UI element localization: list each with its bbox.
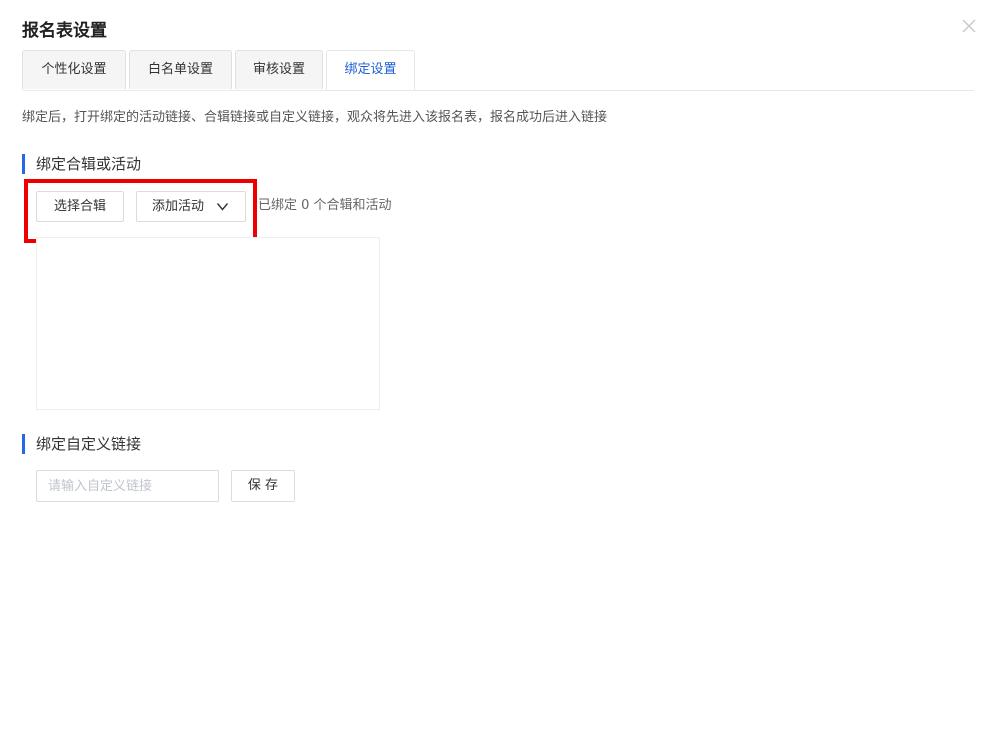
binding-description: 绑定后，打开绑定的活动链接、合辑链接或自定义链接，观众将先进入该报名表，报名成功… — [22, 110, 608, 125]
tab-binding-settings[interactable]: 绑定设置 — [326, 50, 415, 90]
tab-whitelist-settings[interactable]: 白名单设置 — [129, 50, 232, 89]
settings-tabs: 个性化设置 白名单设置 审核设置 绑定设置 — [22, 50, 974, 91]
tab-personalization-settings[interactable]: 个性化设置 — [22, 50, 126, 89]
chevron-down-icon — [216, 203, 229, 211]
dialog-title: 报名表设置 — [22, 21, 107, 41]
select-album-button[interactable]: 选择合辑 — [36, 191, 124, 222]
save-button[interactable]: 保 存 — [231, 470, 295, 502]
bound-count-text: 已绑定 0 个合辑和活动 — [258, 198, 392, 213]
bound-items-list — [36, 237, 380, 410]
bind-custom-link-section-title: 绑定自定义链接 — [22, 434, 141, 454]
bind-album-activity-section-title: 绑定合辑或活动 — [22, 154, 141, 174]
close-icon[interactable] — [960, 17, 978, 35]
add-activity-label: 添加活动 — [152, 199, 205, 214]
tab-review-settings[interactable]: 审核设置 — [235, 50, 323, 89]
add-activity-dropdown-button[interactable]: 添加活动 — [136, 191, 246, 222]
custom-link-input[interactable] — [36, 470, 219, 502]
